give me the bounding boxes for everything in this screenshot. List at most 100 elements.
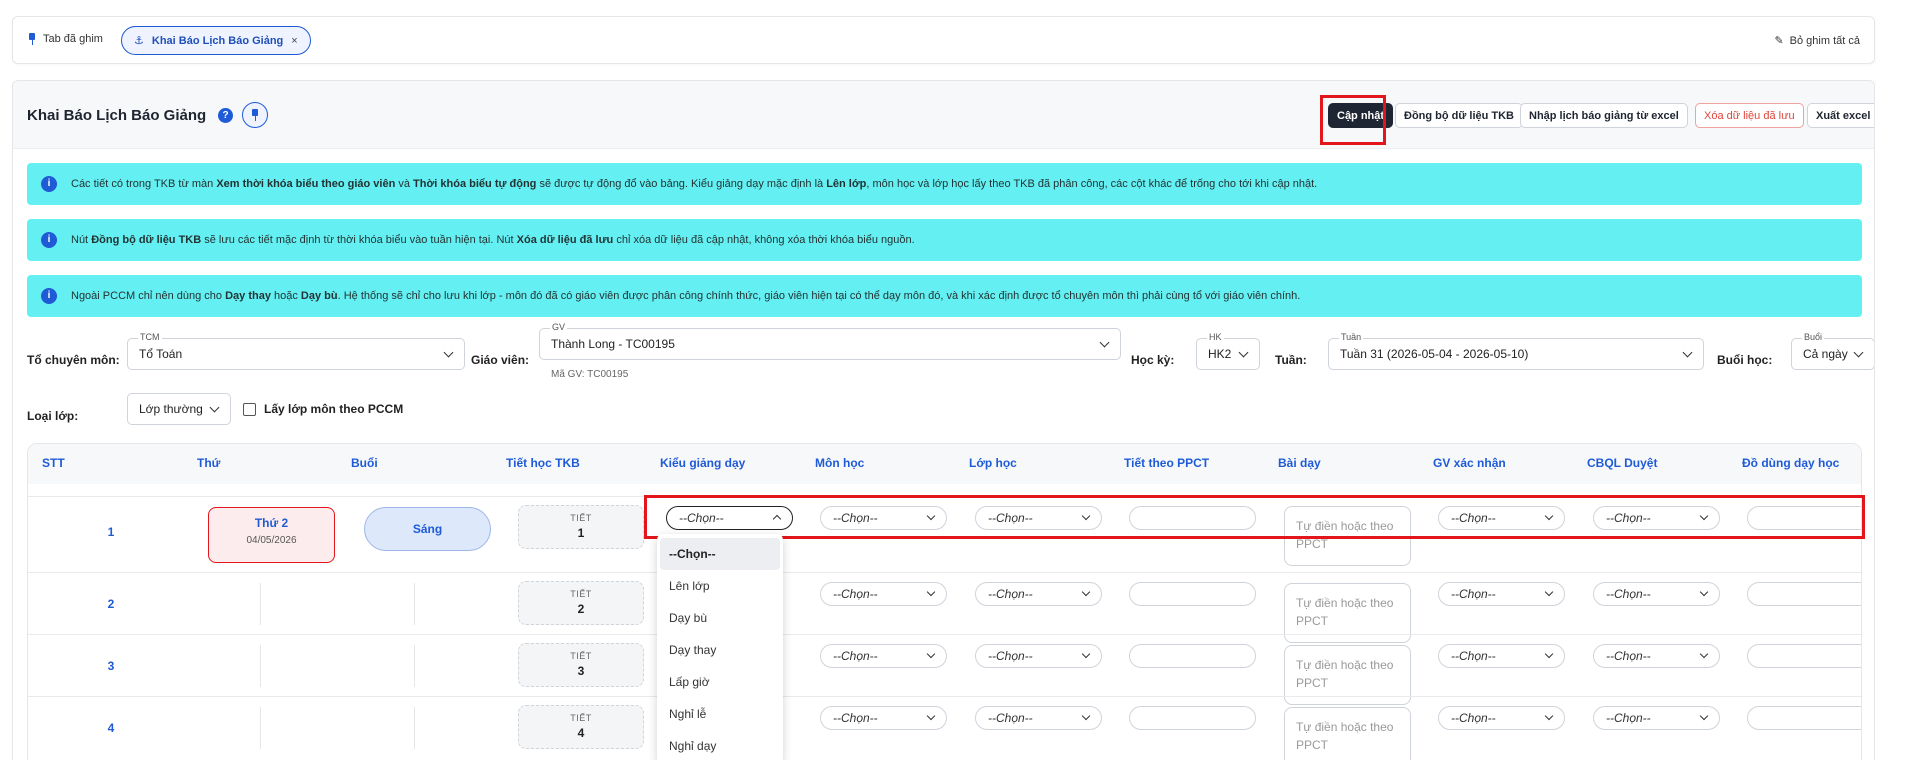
chevron-down-icon xyxy=(1544,711,1554,721)
dropdown-option-len-lop[interactable]: Lên lớp xyxy=(660,570,780,602)
info-icon: i xyxy=(41,176,57,192)
tcm-label: Tổ chuyên môn: xyxy=(27,353,120,367)
dropdown-option-day-bu[interactable]: Dạy bù xyxy=(660,602,780,634)
notice-text: Ngoài PCCM chỉ nên dùng cho Dạy thay hoặ… xyxy=(71,290,1301,302)
row-stt: 3 xyxy=(107,659,115,673)
loai-lop-value: Lớp thường xyxy=(139,402,203,416)
day-cell: Thứ 2 04/05/2026 xyxy=(208,507,335,563)
pinned-tabs-bar: Tab đã ghim ⚓ Khai Báo Lịch Báo Giảng × … xyxy=(12,16,1875,64)
buoi-value: Cả ngày xyxy=(1803,347,1848,361)
tiet-number: 3 xyxy=(577,664,585,678)
export-excel-button[interactable]: Xuất excel xyxy=(1807,103,1874,128)
pinned-tab-label: Khai Báo Lịch Báo Giảng xyxy=(151,34,284,47)
unpin-all-button[interactable]: ✎ Bỏ ghim tất cả xyxy=(1774,34,1860,48)
row-stt: 2 xyxy=(107,597,115,611)
tiet-cell: TIẾT 3 xyxy=(518,643,644,687)
tiet-ppct-input[interactable] xyxy=(1129,582,1256,606)
buoi-select[interactable]: Buổi Cả ngày xyxy=(1791,332,1874,370)
tiet-number: 2 xyxy=(577,602,585,616)
loai-lop-label: Loại lớp: xyxy=(27,409,79,423)
pin-icon xyxy=(250,109,260,121)
unpin-all-label: Bỏ ghim tất cả xyxy=(1789,34,1860,47)
row-highlight-frame xyxy=(644,495,1865,539)
header-tiet-ppct: Tiết theo PPCT xyxy=(1124,456,1210,470)
chevron-down-icon xyxy=(1699,587,1709,597)
lop-hoc-select[interactable]: --Chọn-- xyxy=(975,582,1102,606)
do-dung-input[interactable] xyxy=(1747,644,1861,668)
chevron-down-icon xyxy=(1853,347,1864,358)
pinned-tab-khai-bao[interactable]: ⚓ Khai Báo Lịch Báo Giảng × xyxy=(121,26,311,55)
pin-page-button[interactable] xyxy=(242,102,268,128)
page-title: Khai Báo Lịch Báo Giảng xyxy=(27,107,207,124)
loai-lop-select[interactable]: Lớp thường xyxy=(127,393,231,425)
mon-hoc-select[interactable]: --Chọn-- xyxy=(820,644,947,668)
update-highlight-frame xyxy=(1320,95,1386,145)
pin-icon xyxy=(27,33,37,45)
chevron-down-icon xyxy=(1099,337,1110,348)
delete-saved-button[interactable]: Xóa dữ liệu đã lưu xyxy=(1695,103,1804,128)
sync-tkb-button[interactable]: Đồng bộ dữ liệu TKB xyxy=(1395,103,1524,128)
pinned-tabs-text: Tab đã ghim xyxy=(43,33,103,45)
dropdown-option-nghi-le[interactable]: Nghỉ lễ xyxy=(660,698,780,730)
help-icon[interactable]: ? xyxy=(218,108,233,123)
chevron-down-icon xyxy=(1544,649,1554,659)
lop-hoc-select[interactable]: --Chọn-- xyxy=(975,644,1102,668)
mon-hoc-select[interactable]: --Chọn-- xyxy=(820,706,947,730)
tiet-ppct-input[interactable] xyxy=(1129,706,1256,730)
chevron-down-icon xyxy=(1699,649,1709,659)
header-bai-day: Bài dạy xyxy=(1278,456,1321,470)
gv-xac-nhan-select[interactable]: --Chọn-- xyxy=(1438,582,1565,606)
tiet-cell: TIẾT 2 xyxy=(518,581,644,625)
session-cell: Sáng xyxy=(364,507,491,551)
buoi-legend: Buổi xyxy=(1802,332,1825,342)
cbql-duyet-select[interactable]: --Chọn-- xyxy=(1593,644,1720,668)
tuan-select[interactable]: Tuần Tuần 31 (2026-05-04 - 2026-05-10) xyxy=(1328,332,1704,370)
kieu-giang-day-dropdown: --Chọn-- Lên lớp Dạy bù Dạy thay Lấp giờ… xyxy=(657,534,783,760)
mon-hoc-select[interactable]: --Chọn-- xyxy=(820,582,947,606)
tab-sitemap-icon: ⚓ xyxy=(134,35,144,47)
pinned-tabs-label: Tab đã ghim xyxy=(27,33,103,45)
tuan-legend: Tuần xyxy=(1339,332,1364,342)
tcm-select[interactable]: TCM Tổ Toán xyxy=(127,332,465,370)
do-dung-input[interactable] xyxy=(1747,706,1861,730)
chevron-down-icon xyxy=(926,587,936,597)
tiet-number: 1 xyxy=(577,526,585,540)
import-excel-button[interactable]: Nhập lịch báo giảng từ excel xyxy=(1520,103,1688,128)
dropdown-option-none[interactable]: --Chọn-- xyxy=(660,538,780,570)
column-divider xyxy=(260,583,261,625)
hk-value: HK2 xyxy=(1208,347,1232,361)
dropdown-option-nghi-day[interactable]: Nghỉ dạy xyxy=(660,730,780,760)
gv-legend: GV xyxy=(550,322,568,332)
header-kieu-giang-day: Kiểu giảng dạy xyxy=(660,456,746,470)
dropdown-option-lap-gio[interactable]: Lấp giờ xyxy=(660,666,780,698)
gv-select[interactable]: GV Thành Long - TC00195 xyxy=(539,322,1121,360)
gv-label: Giáo viên: xyxy=(471,353,530,367)
pccm-checkbox-label[interactable]: Lấy lớp môn theo PCCM xyxy=(264,402,403,416)
lop-hoc-select[interactable]: --Chọn-- xyxy=(975,706,1102,730)
chevron-down-icon xyxy=(1682,347,1693,358)
cbql-duyet-select[interactable]: --Chọn-- xyxy=(1593,582,1720,606)
gv-xac-nhan-select[interactable]: --Chọn-- xyxy=(1438,706,1565,730)
tiet-ppct-input[interactable] xyxy=(1129,644,1256,668)
buoi-label: Buổi học: xyxy=(1717,353,1773,367)
chevron-down-icon xyxy=(926,711,936,721)
column-divider xyxy=(414,707,415,749)
bai-day-input[interactable]: Tự điền hoặc theo PPCT xyxy=(1284,707,1411,760)
pccm-checkbox[interactable] xyxy=(243,403,256,416)
header-mon-hoc: Môn học xyxy=(815,456,865,470)
chevron-down-icon xyxy=(1544,587,1554,597)
hk-select[interactable]: HK HK2 xyxy=(1196,332,1260,370)
gv-xac-nhan-select[interactable]: --Chọn-- xyxy=(1438,644,1565,668)
cbql-duyet-select[interactable]: --Chọn-- xyxy=(1593,706,1720,730)
dropdown-option-day-thay[interactable]: Dạy thay xyxy=(660,634,780,666)
chevron-down-icon xyxy=(209,402,220,413)
tiet-word: TIẾT xyxy=(570,513,592,523)
tiet-word: TIẾT xyxy=(570,651,592,661)
info-icon: i xyxy=(41,232,57,248)
chevron-down-icon xyxy=(443,347,454,358)
info-icon: i xyxy=(41,288,57,304)
close-icon[interactable]: × xyxy=(291,35,297,47)
tiet-number: 4 xyxy=(577,726,585,740)
notice-text: Các tiết có trong TKB từ màn Xem thời kh… xyxy=(71,178,1318,190)
do-dung-input[interactable] xyxy=(1747,582,1861,606)
